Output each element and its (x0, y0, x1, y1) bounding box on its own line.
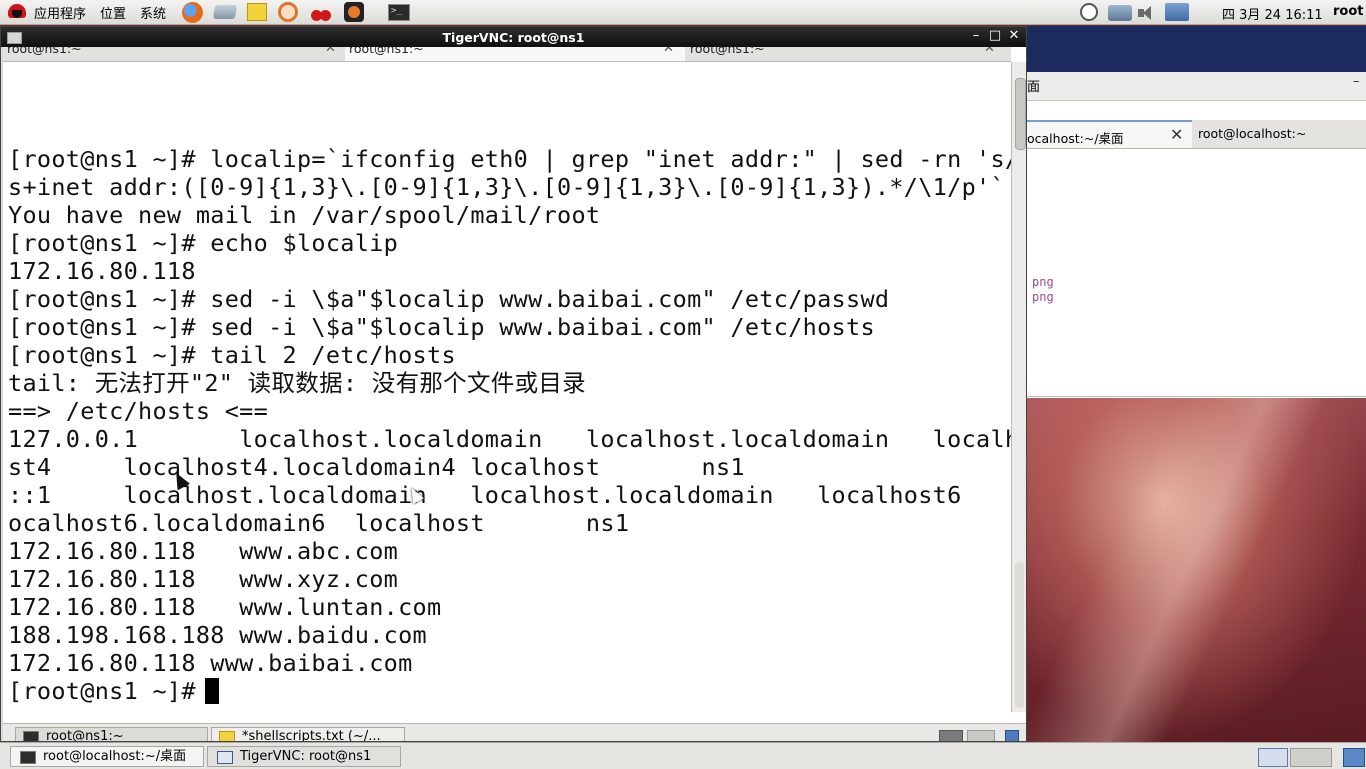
remote-task-terminal[interactable]: root@ns1:~ (15, 727, 208, 741)
terminal-icon[interactable] (388, 3, 411, 21)
bottom-taskbar: root@localhost:~/桌面 TigerVNC: root@ns1 (0, 742, 1366, 769)
background-text-line: png (1032, 290, 1054, 304)
clock-tray-icon[interactable] (1080, 3, 1098, 21)
remote-task-editor[interactable]: *shellscripts.txt (~/... (211, 727, 405, 741)
divider (1027, 396, 1366, 397)
terminal-icon (20, 751, 36, 764)
notes-icon (219, 731, 235, 741)
background-text-line: png (1032, 275, 1054, 289)
terminal-tab-label: root@ns1:~ (690, 47, 765, 56)
close-icon[interactable]: ✕ (325, 47, 336, 56)
terminal-line: 172.16.80.118 www.luntan.com (8, 593, 442, 621)
cherry-icon[interactable] (309, 2, 333, 22)
terminal-scrollbar[interactable] (1011, 62, 1026, 712)
terminal-lines: [root@ns1 ~]# localip=`ifconfig eth0 | g… (8, 145, 1026, 705)
terminal-line: 127.0.0.1 localhost.localdomain localhos… (8, 425, 1026, 453)
scrollbar-thumb[interactable] (1015, 78, 1026, 150)
terminal-line: [root@ns1 ~]# echo $localip (8, 229, 399, 257)
workspace-switcher-1[interactable] (939, 730, 963, 741)
remote-task-label: *shellscripts.txt (~/... (242, 729, 381, 741)
ring-icon[interactable] (278, 2, 299, 22)
redhat-logo-icon[interactable] (6, 3, 28, 21)
terminal-tab-label: root@ns1:~ (349, 47, 424, 56)
background-tab-label: ocalhost:~/桌面 (1027, 131, 1124, 146)
terminal-line: [root@ns1 ~]# sed -i \$a"$localip www.ba… (8, 313, 875, 341)
network-icon[interactable] (1108, 5, 1132, 21)
terminal-line: tail: 无法打开"2" 读取数据: 没有那个文件或目录 (8, 369, 586, 397)
terminal-line: ocalhost6.localdomain6 localhost ns1 (8, 509, 630, 537)
task-label: TigerVNC: root@ns1 (240, 749, 372, 764)
background-tabbar: ocalhost:~/桌面 ✕ root@localhost:~ (1027, 120, 1366, 149)
terminal-line: 172.16.80.118 www.xyz.com (8, 565, 399, 593)
show-desktop-button[interactable] (1258, 748, 1288, 767)
clock[interactable]: 四 3月 24 16:11 (1222, 4, 1323, 23)
scrollbar-track-segment (1015, 562, 1024, 708)
background-minimize-button[interactable]: – (1353, 74, 1360, 89)
notes-icon[interactable] (247, 3, 268, 21)
trash-icon[interactable] (1343, 748, 1365, 767)
terminal-line: ==> /etc/hosts <== (8, 397, 269, 425)
close-icon[interactable]: ✕ (663, 47, 674, 56)
menu-system[interactable]: 系统 (140, 3, 166, 22)
workspace-switcher-3[interactable] (1005, 730, 1019, 741)
minimize-button[interactable]: – (967, 28, 985, 43)
terminal-line: 172.16.80.118 www.abc.com (8, 537, 399, 565)
task-root-localhost[interactable]: root@localhost:~/桌面 (10, 746, 204, 767)
terminal-tab[interactable]: root@ns1:~ ✕ (7, 47, 345, 61)
background-window-titlebar (1027, 26, 1366, 72)
close-icon[interactable]: ✕ (984, 47, 995, 56)
text-cursor (205, 678, 219, 704)
background-menubar: 面 – (1027, 72, 1366, 101)
vnc-titlebar[interactable]: TigerVNC: root@ns1 – □ ✕ (1, 27, 1026, 47)
user-name[interactable]: root (1333, 4, 1364, 19)
terminal-line: 172.16.80.118 www.baibai.com (8, 649, 413, 677)
maximize-button[interactable]: □ (986, 28, 1004, 43)
window-title: TigerVNC: root@ns1 (442, 30, 585, 45)
terminal-tab-active[interactable]: root@ns1:~ ✕ (345, 47, 685, 61)
background-tab-root[interactable]: root@localhost:~ (1198, 126, 1306, 141)
terminal-output[interactable]: [root@ns1 ~]# localip=`ifconfig eth0 | g… (3, 62, 1026, 712)
terminal-line: You have new mail in /var/spool/mail/roo… (8, 201, 601, 229)
terminal-line: [root@ns1 ~]# sed -i \$a"$localip www.ba… (8, 285, 890, 313)
terminal-line: st4 localhost4.localdomain4 localhost ns… (8, 453, 745, 481)
workspace-switcher-2[interactable] (967, 730, 995, 741)
mail-icon[interactable] (213, 5, 238, 19)
task-tigervnc[interactable]: TigerVNC: root@ns1 (207, 746, 401, 767)
desktop-wallpaper (1027, 398, 1366, 742)
background-menu-item[interactable]: 面 (1027, 76, 1040, 95)
vnc-window: TigerVNC: root@ns1 – □ ✕ root@ns1:~ ✕ ro… (0, 26, 1027, 742)
terminal-tab[interactable]: root@ns1:~ ✕ (686, 47, 1006, 61)
workspace-switcher[interactable] (1290, 748, 1332, 767)
volume-icon[interactable] (1138, 5, 1156, 21)
task-label: root@localhost:~/桌面 (43, 749, 187, 764)
display-icon[interactable] (1165, 3, 1189, 21)
terminal-icon (23, 731, 39, 741)
tool-icon[interactable] (344, 2, 365, 22)
terminal-tabbar: root@ns1:~ ✕ root@ns1:~ ✕ root@ns1:~ ✕ (3, 47, 1011, 62)
window-icon (217, 751, 233, 764)
menu-places[interactable]: 位置 (100, 3, 126, 22)
remote-task-label: root@ns1:~ (46, 729, 124, 741)
background-tab-desktop[interactable]: ocalhost:~/桌面 ✕ (1027, 120, 1192, 148)
terminal-line: [root@ns1 ~]# tail 2 /etc/hosts (8, 341, 456, 369)
terminal-tab-label: root@ns1:~ (7, 47, 82, 56)
terminal-line: [root@ns1 ~]# localip=`ifconfig eth0 | g… (8, 145, 1026, 173)
top-panel: 应用程序 位置 系统 四 3月 24 16:11 root (0, 0, 1366, 25)
close-button[interactable]: ✕ (1005, 28, 1023, 43)
terminal-line: [root@ns1 ~]# (8, 677, 211, 705)
remote-desktop[interactable]: root@ns1:~ ✕ root@ns1:~ ✕ root@ns1:~ ✕ [… (3, 47, 1026, 741)
close-icon[interactable]: ✕ (1170, 125, 1183, 144)
terminal-line: ::1 localhost.localdomain localhost.loca… (8, 481, 1026, 509)
terminal-line: 172.16.80.118 (8, 257, 196, 285)
menu-applications[interactable]: 应用程序 (34, 3, 86, 22)
terminal-line: 188.198.168.188 www.baidu.com (8, 621, 427, 649)
remote-taskbar: root@ns1:~ *shellscripts.txt (~/... (3, 723, 1026, 741)
terminal-line: s+inet addr:([0-9]{1,3}\.[0-9]{1,3}\.[0-… (8, 173, 1005, 201)
firefox-icon[interactable] (182, 1, 204, 23)
